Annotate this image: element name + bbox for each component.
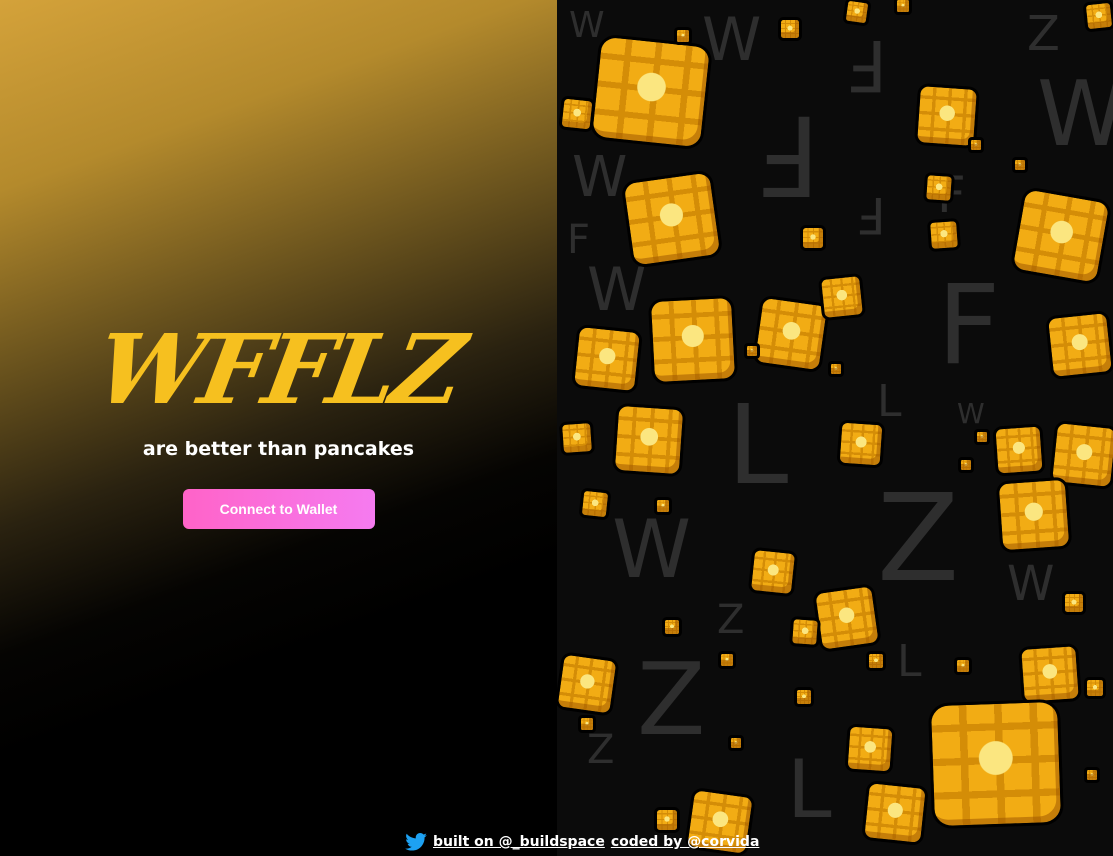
waffle-icon [657,810,677,830]
bg-letter: L [877,376,902,427]
waffle-icon [592,36,710,148]
bg-letter: L [727,381,789,509]
bg-letter: W [587,255,647,325]
page: WFFLZ are better than pancakes Connect t… [0,0,1113,856]
waffle-icon [721,654,733,666]
bg-letter: Z [587,727,615,773]
waffle-icon [754,297,828,371]
bg-letter: W [569,5,605,46]
waffle-icon [815,586,879,650]
bg-letter: L [897,636,922,687]
hero: WFFLZ are better than pancakes Connect t… [0,313,557,529]
waffle-icon [781,20,799,38]
waffle-icon [665,620,679,634]
waffle-icon [995,426,1043,474]
waffle-icon [1048,313,1112,377]
waffle-icon [1052,423,1113,487]
bg-letter: Z [717,597,745,643]
waffle-pattern-panel: W W F Z W F W F F F F W L L W Z W Z Z L … [557,0,1113,856]
wfflz-logo: WFFLZ [87,313,470,426]
bg-letter: W [702,5,762,75]
waffle-icon [957,660,969,672]
waffle-icon [831,364,841,374]
waffle-icon [839,422,883,466]
bg-letter: L [787,743,832,836]
waffle-icon [623,172,721,266]
waffle-icon [930,701,1062,827]
corvida-link[interactable]: coded by @corvida [611,834,760,850]
waffle-icon [869,654,883,668]
waffle-icon [864,783,926,843]
waffle-icon [897,0,909,12]
waffle-icon [1085,2,1113,30]
bg-letter: W [612,503,692,596]
waffle-icon [581,490,609,518]
waffle-icon [747,346,757,356]
bg-letter: W [1037,62,1113,167]
waffle-icon [751,550,795,594]
waffle-icon [1015,160,1025,170]
waffle-icon [731,738,741,748]
bg-letter: W [1007,556,1055,612]
bg-letter: W [572,145,628,210]
waffle-icon [650,297,736,383]
waffle-icon [821,276,863,318]
waffle-icon [926,175,952,201]
waffle-icon [971,140,981,150]
bg-letter: Z [637,641,706,758]
connect-wallet-button[interactable]: Connect to Wallet [182,489,375,529]
waffle-icon [657,500,669,512]
bg-letter: Z [877,470,960,609]
bg-letter: F [937,261,1001,389]
left-panel: WFFLZ are better than pancakes Connect t… [0,0,557,856]
waffle-icon [581,718,593,730]
waffle-icon [847,726,893,772]
waffle-icon [797,690,811,704]
waffle-icon [998,479,1070,551]
waffle-icon [803,228,823,248]
waffle-icon [677,30,689,42]
tagline: are better than pancakes [142,438,415,460]
waffle-icon [845,0,869,24]
waffle-icon [792,619,818,645]
bg-letter: Z [1027,6,1060,62]
bg-letter: W [957,397,985,430]
waffle-icon [614,405,684,475]
waffle-icon [917,86,977,146]
footer: built on @_buildspace coded by @corvida [405,830,759,854]
waffle-icon [1087,770,1097,780]
waffle-icon [562,423,592,453]
waffle-icon [1065,594,1083,612]
bg-letter: F [567,217,591,263]
waffle-icon [930,221,958,249]
twitter-icon [405,833,427,851]
waffle-icon [1021,646,1079,702]
waffle-icon [977,432,987,442]
waffle-icon [557,654,617,714]
waffle-icon [574,327,640,391]
waffle-icon [961,460,971,470]
bg-letter: F [857,186,886,244]
waffle-icon [561,98,593,130]
waffle-icon [1087,680,1103,696]
buildspace-link[interactable]: built on @_buildspace [433,834,605,850]
waffle-icon [1012,189,1110,283]
bg-letter: F [757,91,821,219]
bg-letter: F [847,24,888,106]
